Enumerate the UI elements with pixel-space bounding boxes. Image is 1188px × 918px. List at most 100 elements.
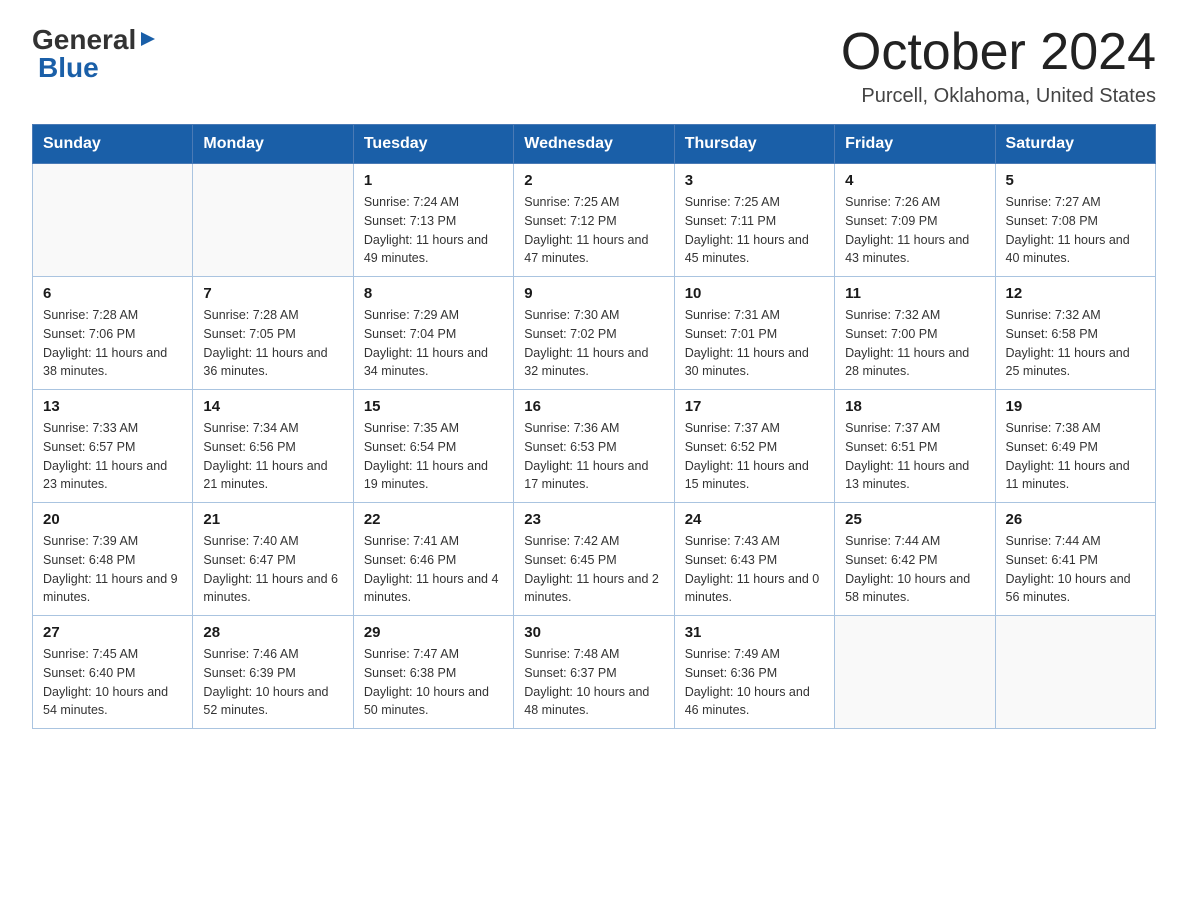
day-number: 26 <box>1006 511 1145 528</box>
weekday-header-sunday: Sunday <box>33 125 193 164</box>
calendar-cell: 7 Sunrise: 7:28 AMSunset: 7:05 PMDaylight… <box>193 277 353 390</box>
day-number: 28 <box>203 624 342 641</box>
weekday-header-friday: Friday <box>835 125 995 164</box>
day-number: 15 <box>364 398 503 415</box>
calendar-week-row: 1 Sunrise: 7:24 AMSunset: 7:13 PMDaylight… <box>33 164 1156 277</box>
day-number: 6 <box>43 285 182 302</box>
calendar-cell: 26 Sunrise: 7:44 AMSunset: 6:41 PMDayligh… <box>995 503 1155 616</box>
day-info: Sunrise: 7:43 AMSunset: 6:43 PMDaylight:… <box>685 532 824 607</box>
day-number: 18 <box>845 398 984 415</box>
calendar-cell: 6 Sunrise: 7:28 AMSunset: 7:06 PMDaylight… <box>33 277 193 390</box>
day-info: Sunrise: 7:45 AMSunset: 6:40 PMDaylight:… <box>43 645 182 720</box>
day-info: Sunrise: 7:37 AMSunset: 6:51 PMDaylight:… <box>845 419 984 494</box>
weekday-header-tuesday: Tuesday <box>353 125 513 164</box>
calendar-cell: 20Sunrise: 7:39 AMSunset: 6:48 PMDayligh… <box>33 503 193 616</box>
calendar-cell: 18 Sunrise: 7:37 AMSunset: 6:51 PMDayligh… <box>835 390 995 503</box>
day-info: Sunrise: 7:34 AMSunset: 6:56 PMDaylight:… <box>203 419 342 494</box>
calendar-cell <box>995 616 1155 729</box>
calendar-week-row: 6 Sunrise: 7:28 AMSunset: 7:06 PMDaylight… <box>33 277 1156 390</box>
day-info: Sunrise: 7:42 AMSunset: 6:45 PMDaylight:… <box>524 532 663 607</box>
day-number: 29 <box>364 624 503 641</box>
day-number: 2 <box>524 172 663 189</box>
day-info: Sunrise: 7:29 AMSunset: 7:04 PMDaylight:… <box>364 306 503 381</box>
calendar-cell: 5 Sunrise: 7:27 AMSunset: 7:08 PMDaylight… <box>995 164 1155 277</box>
day-number: 23 <box>524 511 663 528</box>
calendar-week-row: 20Sunrise: 7:39 AMSunset: 6:48 PMDayligh… <box>33 503 1156 616</box>
calendar-cell: 4 Sunrise: 7:26 AMSunset: 7:09 PMDaylight… <box>835 164 995 277</box>
calendar-cell: 17 Sunrise: 7:37 AMSunset: 6:52 PMDayligh… <box>674 390 834 503</box>
logo-triangle-icon <box>139 30 157 53</box>
day-info: Sunrise: 7:40 AMSunset: 6:47 PMDaylight:… <box>203 532 342 607</box>
calendar-cell: 16 Sunrise: 7:36 AMSunset: 6:53 PMDayligh… <box>514 390 674 503</box>
day-info: Sunrise: 7:24 AMSunset: 7:13 PMDaylight:… <box>364 193 503 268</box>
day-info: Sunrise: 7:32 AMSunset: 6:58 PMDaylight:… <box>1006 306 1145 381</box>
title-block: October 2024 Purcell, Oklahoma, United S… <box>841 24 1156 108</box>
calendar-cell: 31 Sunrise: 7:49 AMSunset: 6:36 PMDayligh… <box>674 616 834 729</box>
calendar-cell: 14 Sunrise: 7:34 AMSunset: 6:56 PMDayligh… <box>193 390 353 503</box>
day-number: 16 <box>524 398 663 415</box>
day-number: 31 <box>685 624 824 641</box>
day-info: Sunrise: 7:32 AMSunset: 7:00 PMDaylight:… <box>845 306 984 381</box>
day-number: 1 <box>364 172 503 189</box>
calendar-cell: 19Sunrise: 7:38 AMSunset: 6:49 PMDayligh… <box>995 390 1155 503</box>
calendar-week-row: 13Sunrise: 7:33 AMSunset: 6:57 PMDayligh… <box>33 390 1156 503</box>
weekday-header-saturday: Saturday <box>995 125 1155 164</box>
day-info: Sunrise: 7:49 AMSunset: 6:36 PMDaylight:… <box>685 645 824 720</box>
day-number: 3 <box>685 172 824 189</box>
day-number: 11 <box>845 285 984 302</box>
calendar-cell: 8 Sunrise: 7:29 AMSunset: 7:04 PMDaylight… <box>353 277 513 390</box>
day-number: 27 <box>43 624 182 641</box>
day-info: Sunrise: 7:37 AMSunset: 6:52 PMDaylight:… <box>685 419 824 494</box>
day-number: 21 <box>203 511 342 528</box>
calendar-cell: 25 Sunrise: 7:44 AMSunset: 6:42 PMDayligh… <box>835 503 995 616</box>
calendar-cell: 2 Sunrise: 7:25 AMSunset: 7:12 PMDaylight… <box>514 164 674 277</box>
day-info: Sunrise: 7:26 AMSunset: 7:09 PMDaylight:… <box>845 193 984 268</box>
day-info: Sunrise: 7:41 AMSunset: 6:46 PMDaylight:… <box>364 532 503 607</box>
calendar-table: SundayMondayTuesdayWednesdayThursdayFrid… <box>32 124 1156 729</box>
calendar-cell: 9 Sunrise: 7:30 AMSunset: 7:02 PMDaylight… <box>514 277 674 390</box>
calendar-cell: 30Sunrise: 7:48 AMSunset: 6:37 PMDayligh… <box>514 616 674 729</box>
weekday-header-wednesday: Wednesday <box>514 125 674 164</box>
day-info: Sunrise: 7:39 AMSunset: 6:48 PMDaylight:… <box>43 532 182 607</box>
calendar-cell: 28Sunrise: 7:46 AMSunset: 6:39 PMDayligh… <box>193 616 353 729</box>
day-info: Sunrise: 7:38 AMSunset: 6:49 PMDaylight:… <box>1006 419 1145 494</box>
calendar-cell: 10Sunrise: 7:31 AMSunset: 7:01 PMDayligh… <box>674 277 834 390</box>
weekday-header-monday: Monday <box>193 125 353 164</box>
calendar-cell: 15 Sunrise: 7:35 AMSunset: 6:54 PMDayligh… <box>353 390 513 503</box>
day-info: Sunrise: 7:36 AMSunset: 6:53 PMDaylight:… <box>524 419 663 494</box>
calendar-cell: 3Sunrise: 7:25 AMSunset: 7:11 PMDaylight… <box>674 164 834 277</box>
day-number: 14 <box>203 398 342 415</box>
day-number: 7 <box>203 285 342 302</box>
day-number: 5 <box>1006 172 1145 189</box>
day-number: 25 <box>845 511 984 528</box>
day-number: 13 <box>43 398 182 415</box>
day-info: Sunrise: 7:44 AMSunset: 6:41 PMDaylight:… <box>1006 532 1145 607</box>
day-info: Sunrise: 7:31 AMSunset: 7:01 PMDaylight:… <box>685 306 824 381</box>
day-info: Sunrise: 7:27 AMSunset: 7:08 PMDaylight:… <box>1006 193 1145 268</box>
day-info: Sunrise: 7:35 AMSunset: 6:54 PMDaylight:… <box>364 419 503 494</box>
page-header: General Blue October 2024 Purcell, Oklah… <box>32 24 1156 108</box>
day-info: Sunrise: 7:47 AMSunset: 6:38 PMDaylight:… <box>364 645 503 720</box>
day-info: Sunrise: 7:25 AMSunset: 7:12 PMDaylight:… <box>524 193 663 268</box>
weekday-header-thursday: Thursday <box>674 125 834 164</box>
weekday-header-row: SundayMondayTuesdayWednesdayThursdayFrid… <box>33 125 1156 164</box>
calendar-title: October 2024 <box>841 24 1156 81</box>
day-info: Sunrise: 7:30 AMSunset: 7:02 PMDaylight:… <box>524 306 663 381</box>
day-info: Sunrise: 7:28 AMSunset: 7:05 PMDaylight:… <box>203 306 342 381</box>
calendar-week-row: 27 Sunrise: 7:45 AMSunset: 6:40 PMDayligh… <box>33 616 1156 729</box>
day-info: Sunrise: 7:44 AMSunset: 6:42 PMDaylight:… <box>845 532 984 607</box>
day-number: 17 <box>685 398 824 415</box>
day-number: 9 <box>524 285 663 302</box>
day-info: Sunrise: 7:28 AMSunset: 7:06 PMDaylight:… <box>43 306 182 381</box>
calendar-cell: 21 Sunrise: 7:40 AMSunset: 6:47 PMDayligh… <box>193 503 353 616</box>
day-number: 8 <box>364 285 503 302</box>
calendar-cell: 27 Sunrise: 7:45 AMSunset: 6:40 PMDayligh… <box>33 616 193 729</box>
day-number: 24 <box>685 511 824 528</box>
logo: General Blue <box>32 24 157 84</box>
day-number: 22 <box>364 511 503 528</box>
calendar-cell <box>33 164 193 277</box>
day-number: 4 <box>845 172 984 189</box>
calendar-cell: 11 Sunrise: 7:32 AMSunset: 7:00 PMDayligh… <box>835 277 995 390</box>
calendar-cell: 23 Sunrise: 7:42 AMSunset: 6:45 PMDayligh… <box>514 503 674 616</box>
logo-blue-text: Blue <box>38 52 99 83</box>
